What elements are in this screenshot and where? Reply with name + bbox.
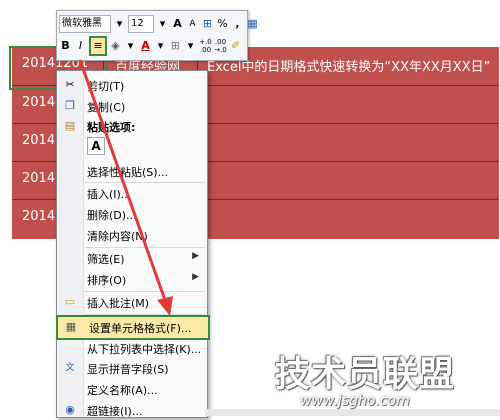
chevron-down-icon[interactable]: ▾ [124, 38, 137, 54]
menu-item-label: 超链接(I)... [87, 405, 143, 418]
menu-item-label: 剪切(T) [87, 80, 125, 93]
shrink-font-button[interactable]: A [186, 16, 199, 32]
menu-item-hyperlink[interactable]: ◉ 超链接(I)... [57, 400, 207, 420]
menu-item-label: 选择性粘贴(S)... [87, 166, 169, 179]
format-painter-icon[interactable]: ▦ [246, 16, 259, 32]
menu-item-label: 清除内容(N) [87, 230, 148, 243]
comma-button[interactable]: , [231, 16, 244, 32]
cell-date[interactable]: 2014 [22, 171, 55, 186]
menu-item-filter[interactable]: 筛选(E) ▶ [57, 248, 207, 268]
cell-date[interactable]: 2014 [22, 209, 55, 224]
menu-item-format-cells[interactable]: ▦ 设置单元格格式(F)... [56, 315, 210, 340]
context-menu: ✂ 剪切(T) ❐ 复制(C) ▤ 粘贴选项: A 选择性粘贴(S)... 插入… [56, 70, 210, 420]
watermark-url: www.jsgho.com [300, 393, 410, 409]
menu-item-label: 排序(O) [87, 274, 127, 287]
font-size-select[interactable]: 12 [128, 15, 154, 33]
chevron-down-icon[interactable]: ▾ [113, 16, 126, 32]
sheet-tab-strip [205, 409, 500, 416]
border-icon[interactable]: ⊞ [169, 38, 182, 54]
format-cells-icon: ▦ [65, 320, 77, 333]
italic-button[interactable]: I [74, 38, 87, 54]
submenu-arrow-icon: ▶ [192, 251, 199, 261]
menu-item-label: 设置单元格格式(F)... [89, 322, 192, 335]
chevron-down-icon[interactable]: ▾ [184, 38, 197, 54]
menu-item-clear-contents[interactable]: 清除内容(N) [57, 225, 207, 245]
scissors-icon: ✂ [65, 78, 75, 91]
chevron-down-icon[interactable]: ▾ [154, 38, 167, 54]
phonetic-icon: 文 [65, 363, 75, 373]
cell-date[interactable]: 2014 [22, 133, 55, 148]
hyperlink-icon: ◉ [65, 403, 75, 416]
cell-title[interactable]: Excel中的日期格式快速转换为“XX年XX月XX日” [207, 56, 490, 75]
menu-item-label: 粘贴选项: [87, 121, 136, 134]
percent-button[interactable]: % [216, 16, 229, 32]
watermark-title: 技术员联盟 [275, 355, 456, 395]
align-center-button[interactable]: ≡ [89, 36, 107, 56]
clear-format-icon[interactable]: ✐ [229, 38, 242, 54]
menu-item-define-name[interactable]: 定义名称(A)... [57, 379, 207, 399]
menu-item-label: 复制(C) [87, 101, 126, 114]
menu-item-copy[interactable]: ❐ 复制(C) [57, 96, 207, 116]
menu-item-cut[interactable]: ✂ 剪切(T) [57, 75, 207, 95]
submenu-arrow-icon: ▶ [192, 272, 199, 282]
mini-toolbar: 微软雅黑 ▾ 12 ▾ A A ⊞ % , ▦ B I ≡ ◈ ▾ A ▾ ⊞ … [56, 10, 258, 61]
chevron-down-icon[interactable]: ▾ [156, 16, 169, 32]
accounting-format-icon[interactable]: ⊞ [201, 16, 214, 32]
menu-item-sort[interactable]: 排序(O) ▶ [57, 269, 207, 289]
menu-item-label: 删除(D)... [87, 209, 137, 222]
paste-values-icon[interactable]: A [87, 137, 105, 155]
bold-button[interactable]: B [59, 38, 72, 54]
menu-item-insert[interactable]: 插入(I)... [57, 183, 207, 203]
fill-color-icon[interactable]: ◈ [109, 38, 122, 54]
menu-item-label: 显示拼音字段(S) [87, 363, 169, 376]
menu-item-label: 筛选(E) [87, 253, 125, 266]
increase-decimal-icon[interactable]: +.0.00 [199, 38, 212, 54]
menu-item-label: 插入(I)... [87, 188, 132, 201]
font-name-select[interactable]: 微软雅黑 [59, 15, 111, 33]
cell-date[interactable]: 2014 [22, 95, 55, 110]
menu-item-label: 定义名称(A)... [87, 384, 158, 397]
menu-item-insert-comment[interactable]: ▭ 插入批注(M) [57, 292, 207, 312]
menu-item-paste-special[interactable]: 选择性粘贴(S)... [57, 161, 207, 181]
menu-item-label: 从下拉列表中选择(K)... [87, 343, 202, 356]
paste-icon: ▤ [64, 119, 76, 132]
grow-font-button[interactable]: A [171, 16, 184, 32]
copy-icon: ❐ [65, 99, 75, 112]
font-color-button[interactable]: A [139, 38, 152, 54]
comment-icon: ▭ [64, 295, 76, 308]
menu-item-pick-from-list[interactable]: 从下拉列表中选择(K)... [57, 338, 207, 358]
menu-item-label: 插入批注(M) [87, 297, 150, 310]
decrease-decimal-icon[interactable]: .00 →.0 [214, 38, 227, 54]
menu-item-delete[interactable]: 删除(D)... [57, 204, 207, 224]
menu-item-phonetic[interactable]: 文 显示拼音字段(S) [57, 358, 207, 378]
menu-item-paste-options: ▤ 粘贴选项: [57, 116, 207, 136]
